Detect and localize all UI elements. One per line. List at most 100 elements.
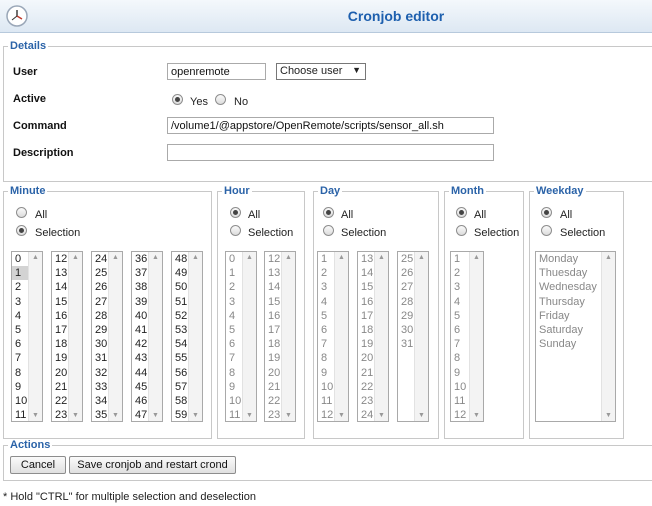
list-item[interactable]: 18	[265, 337, 282, 351]
list-item[interactable]: 30	[92, 337, 109, 351]
list-item[interactable]: 12	[451, 408, 470, 421]
active-yes-radio[interactable]	[172, 94, 183, 105]
user-field[interactable]	[167, 63, 266, 80]
list-item[interactable]: 1	[226, 266, 243, 280]
list-item[interactable]: 30	[398, 323, 415, 337]
list-item[interactable]: 13	[265, 266, 282, 280]
scrollbar[interactable]: ▲ ▼	[242, 252, 256, 421]
scroll-down-icon[interactable]: ▼	[192, 412, 199, 419]
list-item[interactable]: 17	[52, 323, 69, 337]
minute-listbox-5[interactable]: 48 49 50 51 52 53 54 55 56 57 58 59 ▲ ▼	[171, 251, 203, 422]
month-selection-radio[interactable]	[456, 225, 467, 236]
scroll-up-icon[interactable]: ▲	[605, 254, 612, 261]
scroll-down-icon[interactable]: ▼	[378, 412, 385, 419]
list-item[interactable]: 26	[92, 280, 109, 294]
list-item[interactable]: 44	[132, 366, 149, 380]
list-item[interactable]: 22	[265, 394, 282, 408]
list-item[interactable]: 8	[12, 366, 29, 380]
scroll-up-icon[interactable]: ▲	[72, 254, 79, 261]
scrollbar[interactable]: ▲ ▼	[68, 252, 82, 421]
list-item[interactable]: 10	[318, 380, 335, 394]
list-item[interactable]: 2	[226, 280, 243, 294]
scroll-down-icon[interactable]: ▼	[246, 412, 253, 419]
hour-selection-radio[interactable]	[230, 225, 241, 236]
weekday-listbox[interactable]: Monday Thuesday Wednesday Thursday Friday Sat…	[535, 251, 616, 422]
list-item[interactable]: 7	[451, 337, 470, 351]
list-item[interactable]: 2	[451, 266, 470, 280]
scroll-up-icon[interactable]: ▲	[112, 254, 119, 261]
day-all-radio[interactable]	[323, 207, 334, 218]
list-item[interactable]: 21	[358, 366, 375, 380]
list-item[interactable]: 45	[132, 380, 149, 394]
list-item[interactable]: 21	[265, 380, 282, 394]
list-item[interactable]: 20	[265, 366, 282, 380]
list-item[interactable]: 25	[92, 266, 109, 280]
month-listbox[interactable]: 1 2 3 4 5 6 7 8 9 10 11 12 ▲ ▼	[450, 251, 484, 422]
list-item[interactable]: 25	[398, 252, 415, 266]
list-item[interactable]: 18	[358, 323, 375, 337]
day-selection-radio[interactable]	[323, 225, 334, 236]
list-item[interactable]: 15	[358, 280, 375, 294]
scrollbar[interactable]: ▲ ▼	[281, 252, 295, 421]
list-item[interactable]: 15	[265, 295, 282, 309]
list-item[interactable]: 49	[172, 266, 189, 280]
scroll-up-icon[interactable]: ▲	[192, 254, 199, 261]
list-item[interactable]: 0	[226, 252, 243, 266]
list-item[interactable]: 12	[52, 252, 69, 266]
minute-selection-radio[interactable]	[16, 225, 27, 236]
list-item[interactable]: 18	[52, 337, 69, 351]
list-item[interactable]: 9	[451, 366, 470, 380]
list-item[interactable]: 6	[12, 337, 29, 351]
list-item[interactable]: 4	[451, 295, 470, 309]
list-item[interactable]: 8	[318, 351, 335, 365]
list-item[interactable]: 2	[12, 280, 29, 294]
command-field[interactable]	[167, 117, 494, 134]
description-field[interactable]	[167, 144, 494, 161]
scroll-down-icon[interactable]: ▼	[338, 412, 345, 419]
list-item[interactable]: 5	[226, 323, 243, 337]
scroll-up-icon[interactable]: ▲	[285, 254, 292, 261]
list-item[interactable]: 7	[226, 351, 243, 365]
list-item[interactable]: 42	[132, 337, 149, 351]
list-item[interactable]: 14	[265, 280, 282, 294]
list-item[interactable]: 2	[318, 266, 335, 280]
list-item[interactable]: Thursday	[536, 295, 602, 309]
list-item[interactable]: 5	[12, 323, 29, 337]
list-item[interactable]: 9	[318, 366, 335, 380]
day-listbox-1[interactable]: 1 2 3 4 5 6 7 8 9 10 11 12 ▲ ▼	[317, 251, 349, 422]
scroll-down-icon[interactable]: ▼	[418, 412, 425, 419]
scroll-up-icon[interactable]: ▲	[378, 254, 385, 261]
list-item[interactable]: 20	[52, 366, 69, 380]
list-item[interactable]: 26	[398, 266, 415, 280]
list-item[interactable]: 12	[265, 252, 282, 266]
scroll-up-icon[interactable]: ▲	[32, 254, 39, 261]
list-item[interactable]: 52	[172, 309, 189, 323]
list-item[interactable]: 11	[226, 408, 243, 421]
list-item[interactable]: 35	[92, 408, 109, 421]
list-item[interactable]: 22	[358, 380, 375, 394]
list-item[interactable]: 17	[265, 323, 282, 337]
list-item[interactable]: 47	[132, 408, 149, 421]
scrollbar[interactable]: ▲ ▼	[28, 252, 42, 421]
weekday-selection-radio[interactable]	[541, 225, 552, 236]
hour-listbox-1[interactable]: 0 1 2 3 4 5 6 7 8 9 10 11 ▲ ▼	[225, 251, 257, 422]
list-item[interactable]: 17	[358, 309, 375, 323]
list-item[interactable]: 16	[265, 309, 282, 323]
list-item[interactable]: 4	[12, 309, 29, 323]
list-item[interactable]: 40	[132, 309, 149, 323]
list-item[interactable]: 34	[92, 394, 109, 408]
list-item[interactable]: 51	[172, 295, 189, 309]
list-item[interactable]: 27	[398, 280, 415, 294]
scroll-down-icon[interactable]: ▼	[285, 412, 292, 419]
list-item[interactable]: 24	[92, 252, 109, 266]
scroll-up-icon[interactable]: ▲	[473, 254, 480, 261]
list-item[interactable]: 7	[318, 337, 335, 351]
weekday-all-radio[interactable]	[541, 207, 552, 218]
list-item[interactable]: 1	[451, 252, 470, 266]
list-item[interactable]: 12	[318, 408, 335, 421]
scrollbar[interactable]: ▲ ▼	[601, 252, 615, 421]
minute-all-radio[interactable]	[16, 207, 27, 218]
scrollbar[interactable]: ▲ ▼	[148, 252, 162, 421]
list-item[interactable]: 59	[172, 408, 189, 421]
list-item[interactable]: 3	[318, 280, 335, 294]
